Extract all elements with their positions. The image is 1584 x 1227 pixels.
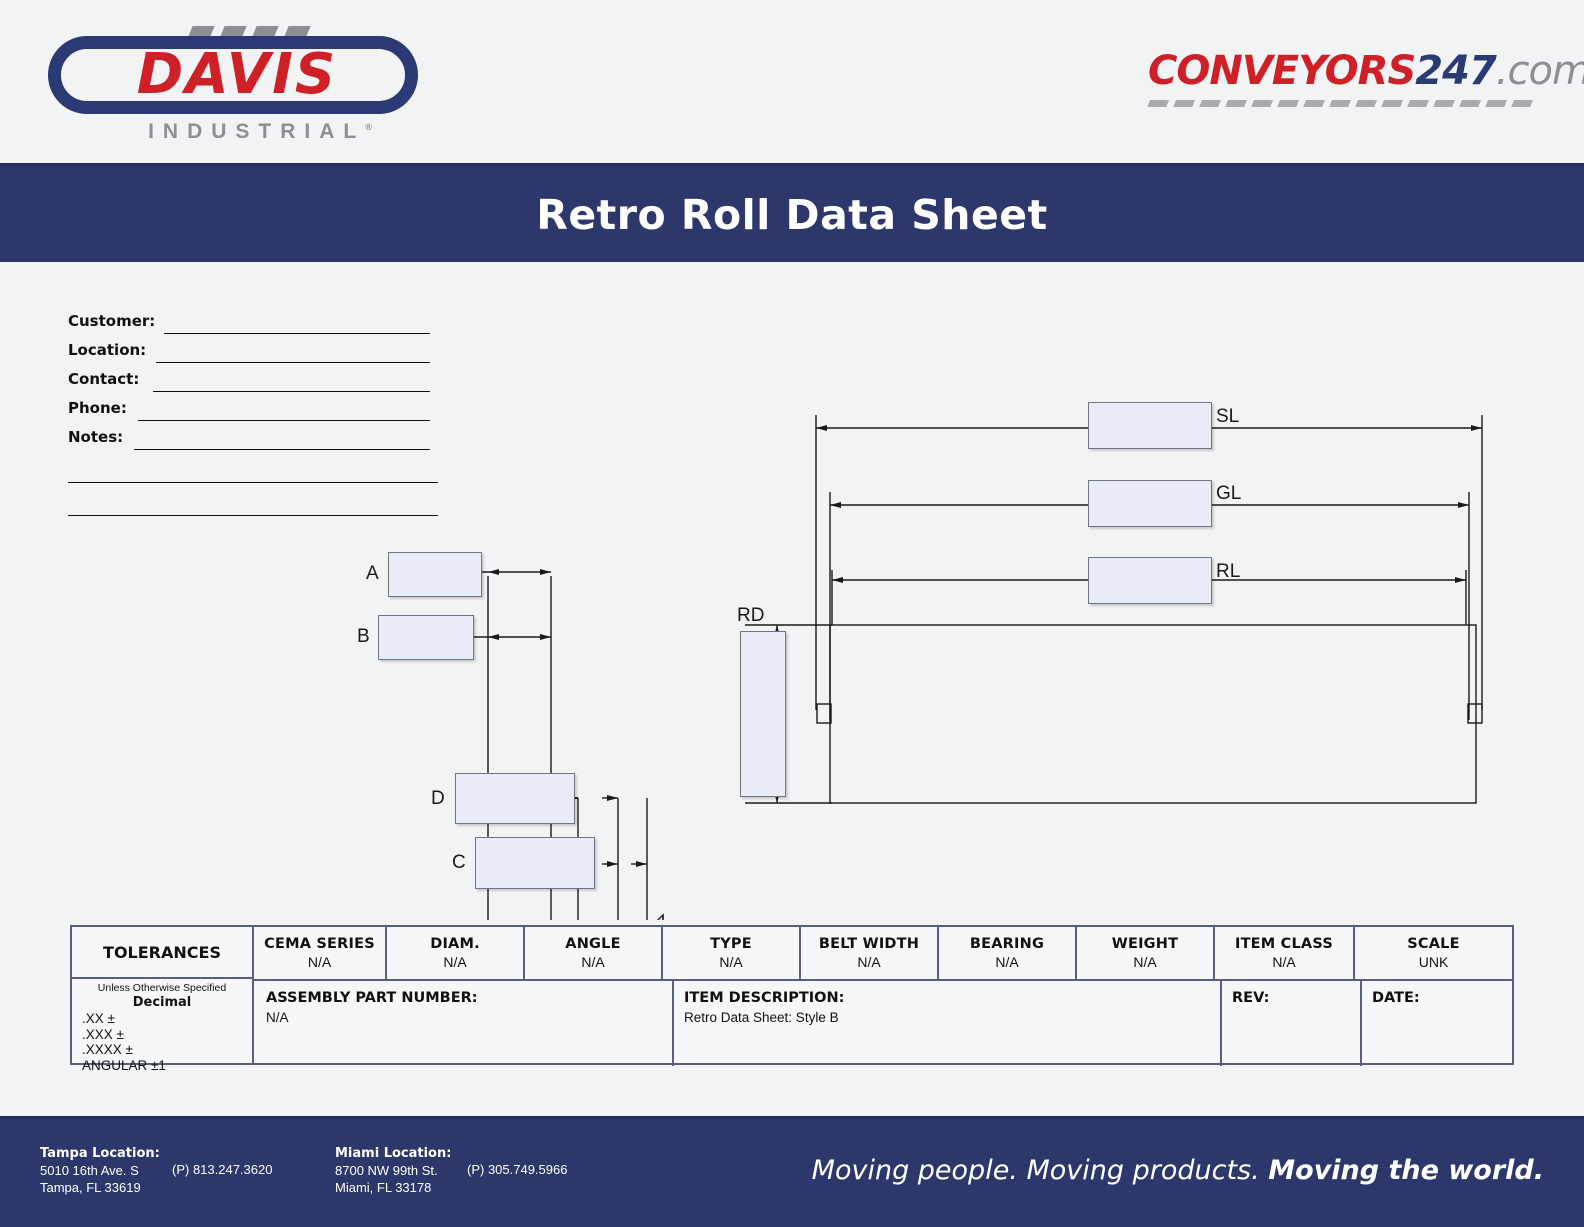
cema-series-value: N/A [307, 953, 332, 970]
page-title: Retro Roll Data Sheet [536, 190, 1048, 239]
davis-industrial-logo: DAVIS INDUSTRIAL® [40, 18, 440, 143]
right-shaft-stub [1467, 703, 1483, 724]
cell-item-class: ITEM CLASS N/A [1215, 927, 1355, 979]
title-block-table: TOLERANCES Unless Otherwise Specified De… [70, 925, 1514, 1073]
item-description-label: ITEM DESCRIPTION: [684, 990, 845, 1006]
dimension-label-a: A [366, 563, 379, 584]
bearing-header: BEARING [969, 935, 1045, 952]
tolerances-decimal-label: Decimal [132, 995, 192, 1010]
item-class-header: ITEM CLASS [1234, 935, 1333, 952]
belt-width-value: N/A [857, 953, 881, 970]
tampa-title: Tampa Location: [40, 1146, 160, 1161]
dimension-input-rl[interactable] [1088, 557, 1212, 604]
tampa-address-line1: 5010 16th Ave. S [40, 1163, 139, 1178]
dimension-input-gl[interactable] [1088, 480, 1212, 527]
davis-wordmark: DAVIS [136, 42, 338, 107]
assembly-part-number-cell[interactable]: ASSEMBLY PART NUMBER: N/A [254, 981, 674, 1066]
rev-cell[interactable]: REV: [1222, 981, 1362, 1066]
tolerance-row: .XX ± [82, 1011, 115, 1026]
roller-technical-drawing: A B D C SL GL RL RD [0, 260, 1584, 920]
dashed-underline-icon [1146, 100, 1540, 110]
cell-scale: SCALE UNK [1355, 927, 1512, 979]
tampa-location-block: Tampa Location: 5010 16th Ave. S Tampa, … [40, 1145, 272, 1196]
tolerances-list: .XX ± .XXX ± .XXXX ± ANGULAR ±1 [72, 1011, 252, 1073]
rev-label: REV: [1232, 990, 1270, 1006]
dimension-label-rd: RD [737, 605, 765, 626]
left-shaft-stub [816, 703, 832, 724]
dimension-label-b: B [357, 626, 370, 647]
date-label: DATE: [1372, 990, 1420, 1006]
registered-mark: ® [365, 122, 372, 132]
tagline-regular: Moving people. Moving products. [811, 1155, 1269, 1186]
tolerance-row: .XXX ± [82, 1026, 124, 1042]
item-class-value: N/A [1272, 953, 1296, 970]
miami-address-line1: 8700 NW 99th St. [335, 1163, 438, 1178]
conveyors-text: CONVEYORS [1148, 48, 1416, 94]
item-description-value: Retro Data Sheet: Style B [684, 1010, 839, 1025]
cell-bearing: BEARING N/A [939, 927, 1077, 979]
scale-value: UNK [1418, 953, 1449, 970]
assembly-part-number-value: N/A [266, 1010, 289, 1025]
cell-type: TYPE N/A [663, 927, 801, 979]
conveyors247-logo[interactable]: CONVEYORS247.com [1146, 48, 1584, 128]
title-block-header-row: CEMA SERIES N/A DIAM. N/A ANGLE N/A TYPE… [254, 927, 1512, 981]
miami-address-line2: Miami, FL 33178 [335, 1180, 432, 1195]
dimension-input-a[interactable] [388, 552, 482, 597]
cell-cema-series: CEMA SERIES N/A [254, 927, 387, 979]
date-cell[interactable]: DATE: [1362, 981, 1512, 1066]
type-value: N/A [719, 953, 743, 970]
miami-title: Miami Location: [335, 1146, 452, 1161]
dimension-input-b[interactable] [378, 615, 474, 660]
tolerances-body: Unless Otherwise Specified Decimal .XX ±… [72, 979, 254, 1073]
title-block-detail-row: ASSEMBLY PART NUMBER: N/A ITEM DESCRIPTI… [254, 981, 1512, 1066]
cema-series-header: CEMA SERIES [264, 935, 375, 952]
tolerances-heading: TOLERANCES [72, 927, 254, 979]
dimension-label-gl: GL [1216, 483, 1242, 504]
dimension-input-c[interactable] [475, 837, 595, 889]
drawing-geometry [471, 415, 1483, 920]
dimension-label-rl: RL [1216, 561, 1241, 582]
dimension-input-sl[interactable] [1088, 402, 1212, 449]
diam-header: DIAM. [430, 935, 480, 952]
weight-value: N/A [1133, 953, 1157, 970]
miami-phone[interactable]: (P) 305.749.5966 [467, 1162, 567, 1177]
cell-weight: WEIGHT N/A [1077, 927, 1215, 979]
davis-subtitle-text: INDUSTRIAL [148, 120, 366, 143]
dimension-label-c: C [452, 852, 466, 873]
scale-header: SCALE [1407, 935, 1460, 952]
assembly-part-number-label: ASSEMBLY PART NUMBER: [266, 990, 478, 1006]
page-footer: Tampa Location: 5010 16th Ave. S Tampa, … [0, 1116, 1584, 1227]
title-banner: Retro Roll Data Sheet [0, 163, 1584, 262]
belt-width-header: BELT WIDTH [818, 935, 920, 952]
weight-header: WEIGHT [1111, 935, 1179, 952]
diam-value: N/A [443, 953, 467, 970]
angle-header: ANGLE [565, 935, 621, 952]
dimension-label-sl: SL [1216, 406, 1240, 427]
miami-location-block: Miami Location: 8700 NW 99th St. Miami, … [335, 1145, 567, 1196]
conveyors247-wordmark: CONVEYORS247.com [1148, 48, 1584, 94]
company-tagline: Moving people. Moving products. Moving t… [812, 1155, 1544, 1186]
tampa-address-line2: Tampa, FL 33619 [40, 1180, 141, 1195]
cell-diam: DIAM. N/A [387, 927, 525, 979]
type-header: TYPE [710, 935, 752, 952]
roller-body-rect [829, 624, 1477, 804]
tampa-phone[interactable]: (P) 813.247.3620 [172, 1162, 272, 1177]
item-description-cell[interactable]: ITEM DESCRIPTION: Retro Data Sheet: Styl… [674, 981, 1222, 1066]
247-text: 247 [1415, 48, 1496, 94]
angle-value: N/A [581, 953, 605, 970]
dimension-input-rd[interactable] [740, 631, 786, 797]
dotcom-text: .com [1495, 48, 1584, 94]
davis-subtitle: INDUSTRIAL® [90, 120, 430, 144]
tolerance-row: ANGULAR ±1 [82, 1057, 166, 1073]
tolerances-subheading: Unless Otherwise Specified [97, 982, 227, 994]
tagline-bold: Moving the world. [1268, 1155, 1544, 1186]
page-header: DAVIS INDUSTRIAL® CONVEYORS247.com [0, 0, 1584, 165]
tolerances-cell: TOLERANCES Unless Otherwise Specified De… [72, 927, 254, 1073]
bearing-value: N/A [995, 953, 1019, 970]
cell-belt-width: BELT WIDTH N/A [801, 927, 939, 979]
dimension-input-d[interactable] [455, 773, 575, 824]
tolerance-row: .XXXX ± [82, 1042, 133, 1057]
dimension-label-d: D [431, 788, 445, 809]
cell-angle: ANGLE N/A [525, 927, 663, 979]
